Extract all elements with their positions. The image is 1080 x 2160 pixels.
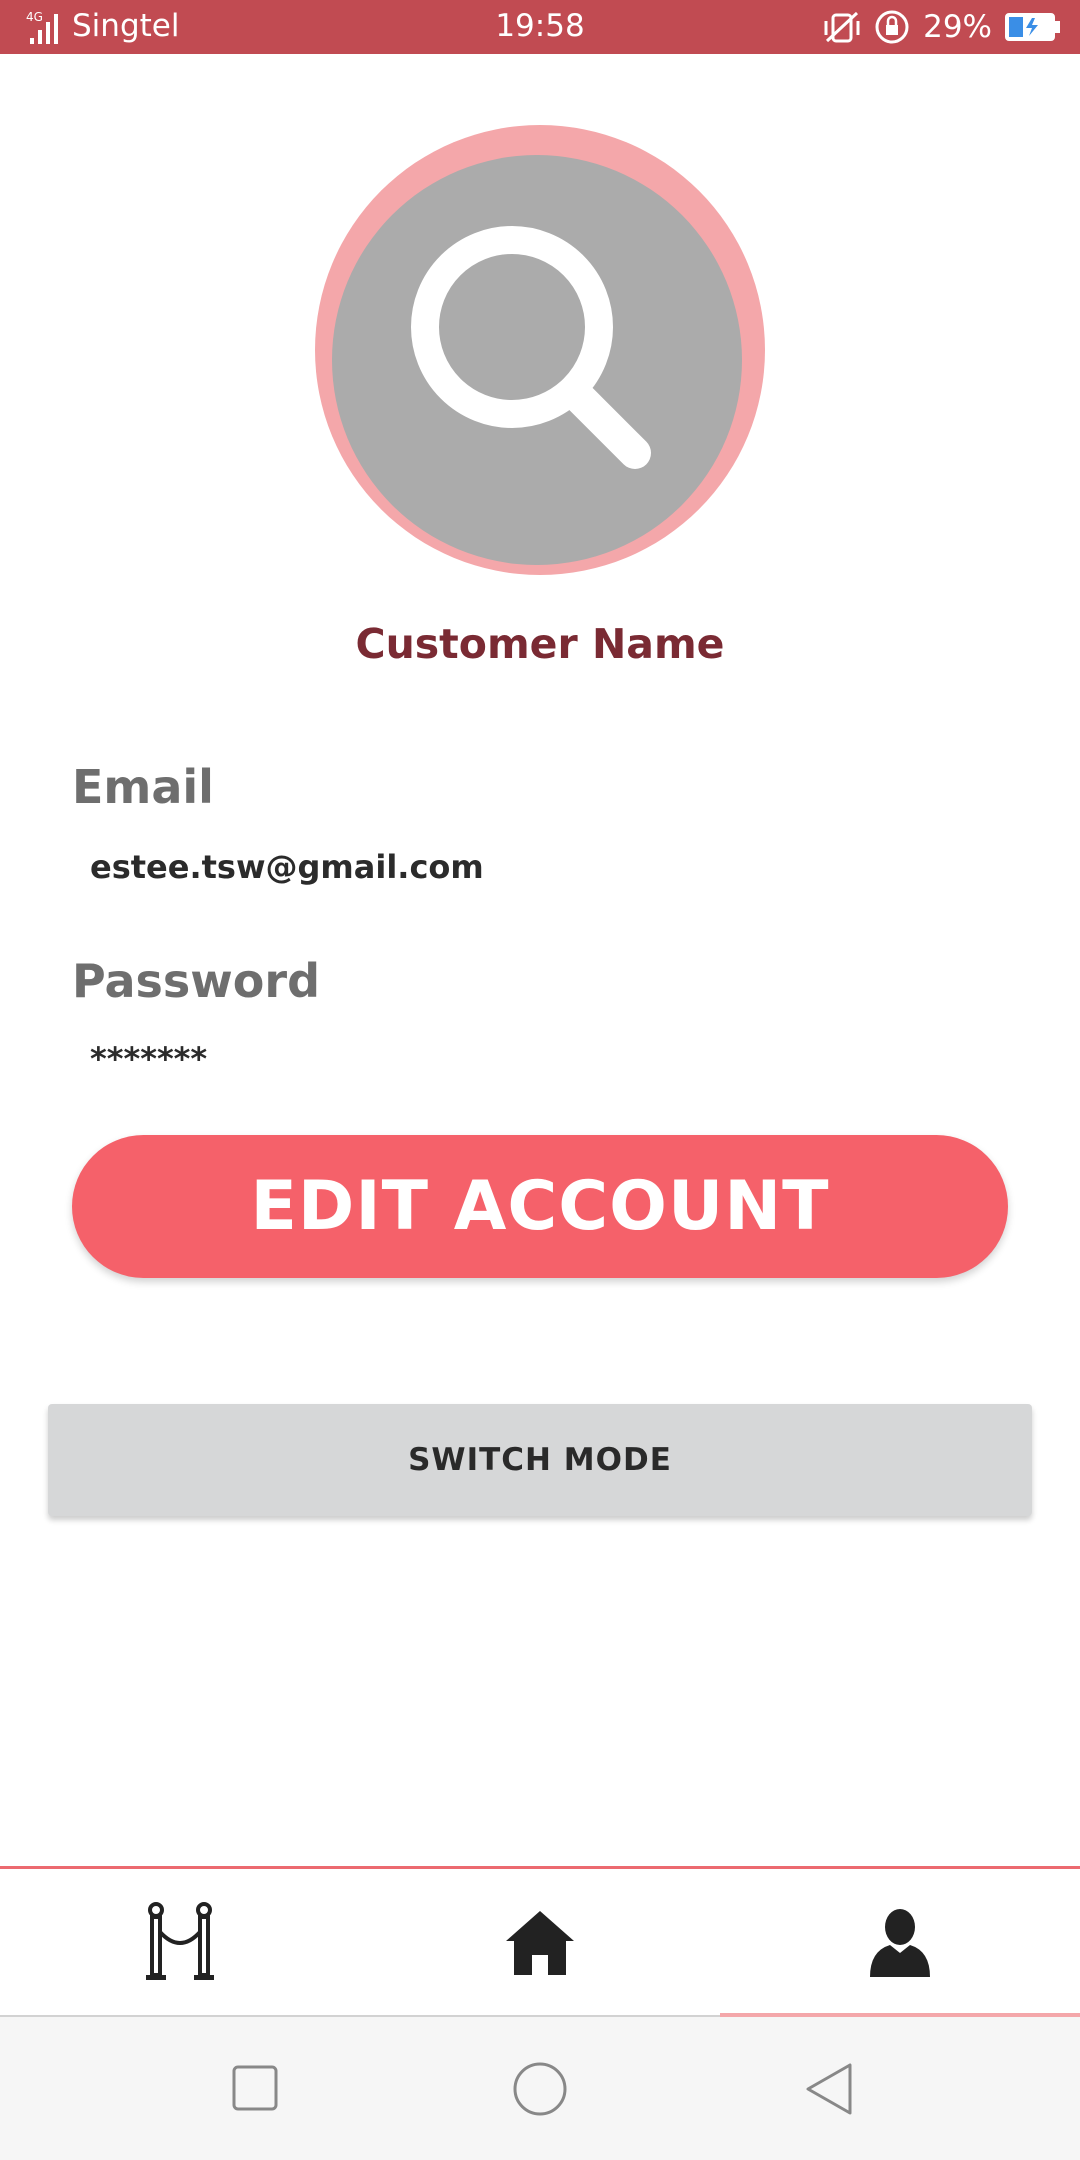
home-circle-icon[interactable] [512,2061,568,2117]
search-icon [411,226,651,469]
back-triangle-icon[interactable] [804,2061,856,2117]
profile-screen: 4G Singtel 19:58 29% Customer Name Email… [0,0,1080,2160]
system-nav-bar [0,2017,1080,2160]
avatar[interactable] [315,125,765,575]
home-icon [506,1911,574,1975]
recents-square-icon[interactable] [232,2065,278,2111]
password-value: ******* [90,1040,208,1078]
battery-icon [1005,13,1060,41]
email-value: estee.tsw@gmail.com [90,848,484,886]
nav-item-home[interactable] [360,1869,720,2015]
person-icon [870,1909,930,1977]
switch-mode-button[interactable]: SWITCH MODE [48,1404,1032,1516]
customer-name: Customer Name [355,620,725,668]
stanchion-icon [146,1902,214,1980]
edit-account-button[interactable]: EDIT ACCOUNT [72,1135,1008,1278]
email-label: Email [72,760,214,814]
nav-item-events[interactable] [0,1869,360,2015]
password-label: Password [72,954,320,1008]
vibrate-icon [824,11,860,43]
battery-percent: 29% [923,9,992,45]
status-bar: 4G Singtel 19:58 29% [0,0,1080,54]
nav-item-profile[interactable] [720,1869,1080,2015]
status-icons: 29% [823,6,1062,48]
bottom-nav [0,1866,1080,2020]
rotation-lock-icon [875,10,909,44]
